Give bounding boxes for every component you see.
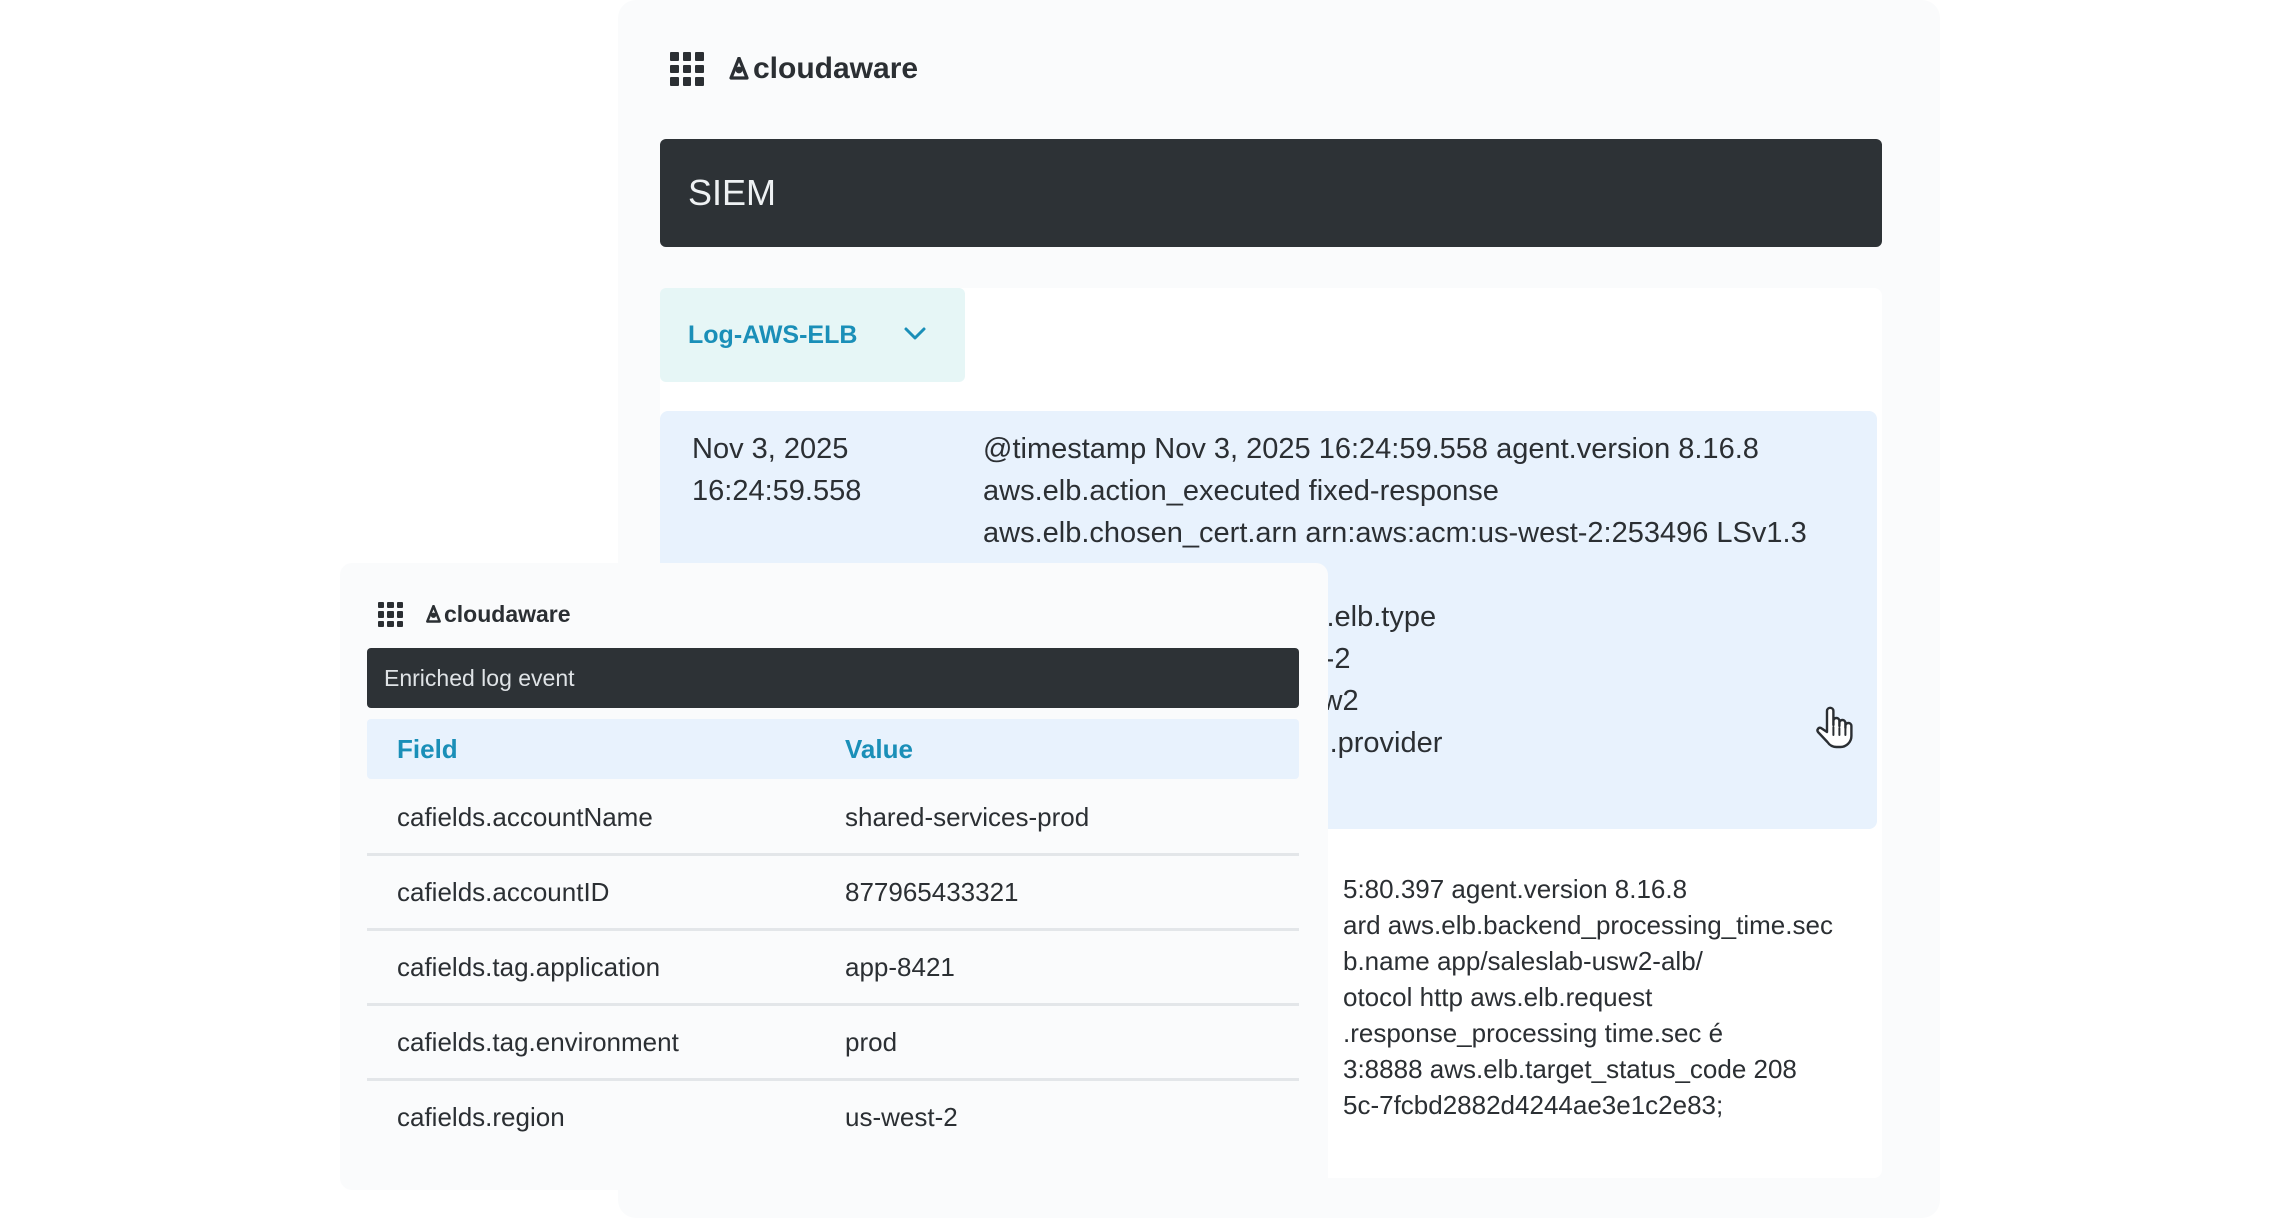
field-cell: cafields.tag.application: [397, 951, 661, 982]
log-line: aws.elb.chosen_cert.arn arn:aws:acm:us-w…: [983, 517, 1807, 549]
page-title: SIEM: [660, 139, 1882, 247]
table-row[interactable]: cafields.accountName shared-services-pro…: [367, 781, 1299, 856]
field-cell: cafields.accountName: [397, 801, 653, 832]
cloudaware-logo-icon: [426, 605, 441, 623]
log-line: 3:8888 aws.elb.target_status_code 208: [1343, 1054, 1797, 1084]
enriched-title: Enriched log event: [367, 648, 1299, 708]
log-line: aws.elb.action_executed fixed-response: [983, 475, 1499, 507]
brand-name: cloudaware: [753, 52, 919, 85]
value-cell: app-8421: [845, 951, 955, 982]
column-header-value[interactable]: Value: [845, 734, 913, 765]
value-cell: us-west-2: [845, 1101, 958, 1132]
log-event-date: Nov 3, 2025 16:24:59.558: [692, 428, 932, 512]
chevron-down-icon: [904, 327, 926, 340]
enriched-header: cloudaware: [378, 601, 571, 628]
cloudaware-logo[interactable]: cloudaware: [728, 52, 918, 86]
log-event-date-time: 16:24:59.558: [692, 475, 862, 507]
table-header: Field Value: [367, 719, 1299, 779]
table-row[interactable]: cafields.accountID 877965433321: [367, 856, 1299, 931]
table-row[interactable]: cafields.region us-west-2: [367, 1081, 1299, 1153]
log-line: b.name app/saleslab-usw2-alb/: [1343, 946, 1703, 976]
value-cell: prod: [845, 1026, 898, 1057]
log-source-select[interactable]: Log-AWS-ELB: [660, 288, 965, 382]
value-cell: 877965433321: [845, 876, 1019, 907]
log-line: ard aws.elb.backend_processing_time.sec: [1343, 910, 1833, 940]
cloudaware-logo[interactable]: cloudaware: [425, 601, 571, 628]
log-line: otocol http aws.elb.request: [1343, 982, 1653, 1012]
siem-header: cloudaware: [670, 52, 918, 86]
grid-icon[interactable]: [378, 602, 403, 627]
log-event-row-2[interactable]: 5:80.397 agent.version 8.16.8 ard aws.el…: [1343, 871, 1833, 1123]
hand-pointer-icon: [1816, 706, 1853, 749]
table-row[interactable]: cafields.tag.environment prod: [367, 1006, 1299, 1081]
column-header-field[interactable]: Field: [397, 734, 458, 765]
field-cell: cafields.tag.environment: [397, 1026, 679, 1057]
field-cell: cafields.accountID: [397, 876, 610, 907]
value-cell: shared-services-prod: [845, 801, 1090, 832]
log-source-value: Log-AWS-ELB: [688, 320, 858, 349]
log-line: 5:80.397 agent.version 8.16.8: [1343, 874, 1688, 904]
cloudaware-logo-icon: [729, 57, 749, 80]
field-cell: cafields.region: [397, 1101, 565, 1132]
grid-icon[interactable]: [670, 52, 704, 86]
log-event-date-day: Nov 3, 2025: [692, 433, 849, 465]
table-row[interactable]: cafields.tag.application app-8421: [367, 931, 1299, 1006]
log-line: 5c-7fcbd2882d4244ae3e1c2e83;: [1343, 1090, 1724, 1120]
log-line: @timestamp Nov 3, 2025 16:24:59.558 agen…: [983, 433, 1759, 465]
brand-name: cloudaware: [444, 601, 571, 627]
log-line: .response_processing time.sec é: [1343, 1018, 1724, 1048]
enriched-panel: cloudaware Enriched log event Field Valu…: [340, 563, 1328, 1190]
enriched-table: Field Value cafields.accountName shared-…: [367, 719, 1299, 1153]
